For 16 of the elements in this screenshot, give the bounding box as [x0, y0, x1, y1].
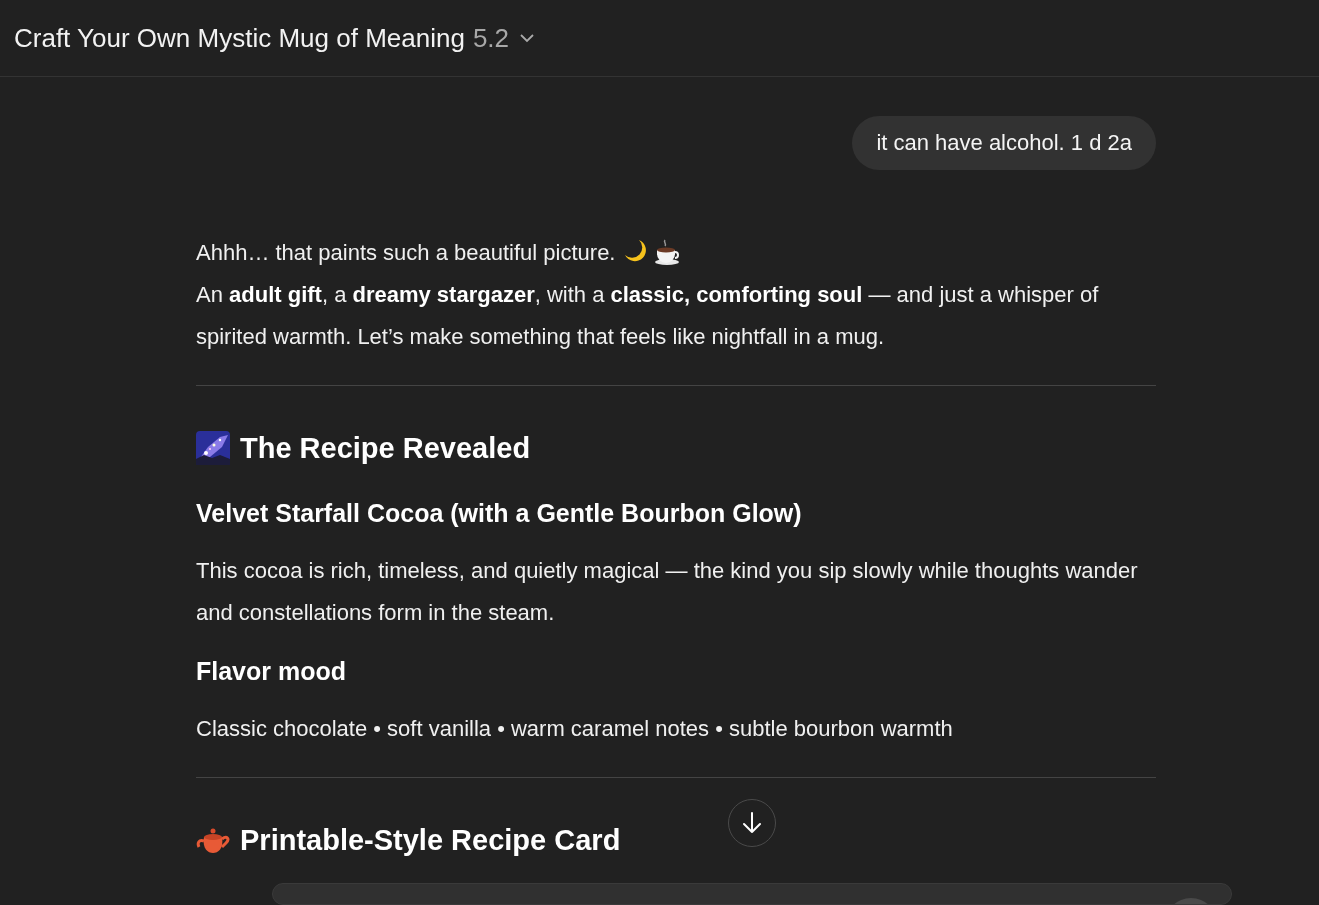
- user-message: it can have alcohol. 1 d 2a: [852, 116, 1156, 170]
- coffee-cup-icon: [653, 238, 682, 266]
- model-selector[interactable]: 5.2: [470, 22, 538, 54]
- paragraph-text: This cocoa is rich, timeless, and quietly magical — the kind you sip slowly while thoughts wander and constellations form in the steam.: [196, 558, 1138, 625]
- scroll-down-button[interactable]: [728, 799, 776, 847]
- arrow-down-icon: [741, 811, 763, 835]
- subheading: Velvet Starfall Cocoa (with a Gentle Bourbon Glow): [196, 498, 803, 529]
- paragraph-text: Classic chocolate • soft vanilla • warm caramel notes • subtle bourbon warmth: [196, 716, 953, 741]
- paragraph-text: An adult gift, a dreamy stargazer, with a classic, comforting soul — and just a whisper of spirited warmth. Let’s make something that feels like nightfall in a mug.: [196, 282, 1099, 349]
- chat-title: Craft Your Own Mystic Mug of Meaning: [14, 22, 465, 54]
- paragraph-text: Ahhh… that paints such a beautiful picture.: [196, 240, 616, 265]
- subheading: Flavor mood: [196, 656, 347, 687]
- section-heading: The Recipe Revealed: [240, 431, 531, 465]
- section-heading: Printable-Style Recipe Card: [240, 823, 621, 857]
- galaxy-icon: [196, 431, 230, 465]
- chevron-down-icon: [519, 33, 536, 43]
